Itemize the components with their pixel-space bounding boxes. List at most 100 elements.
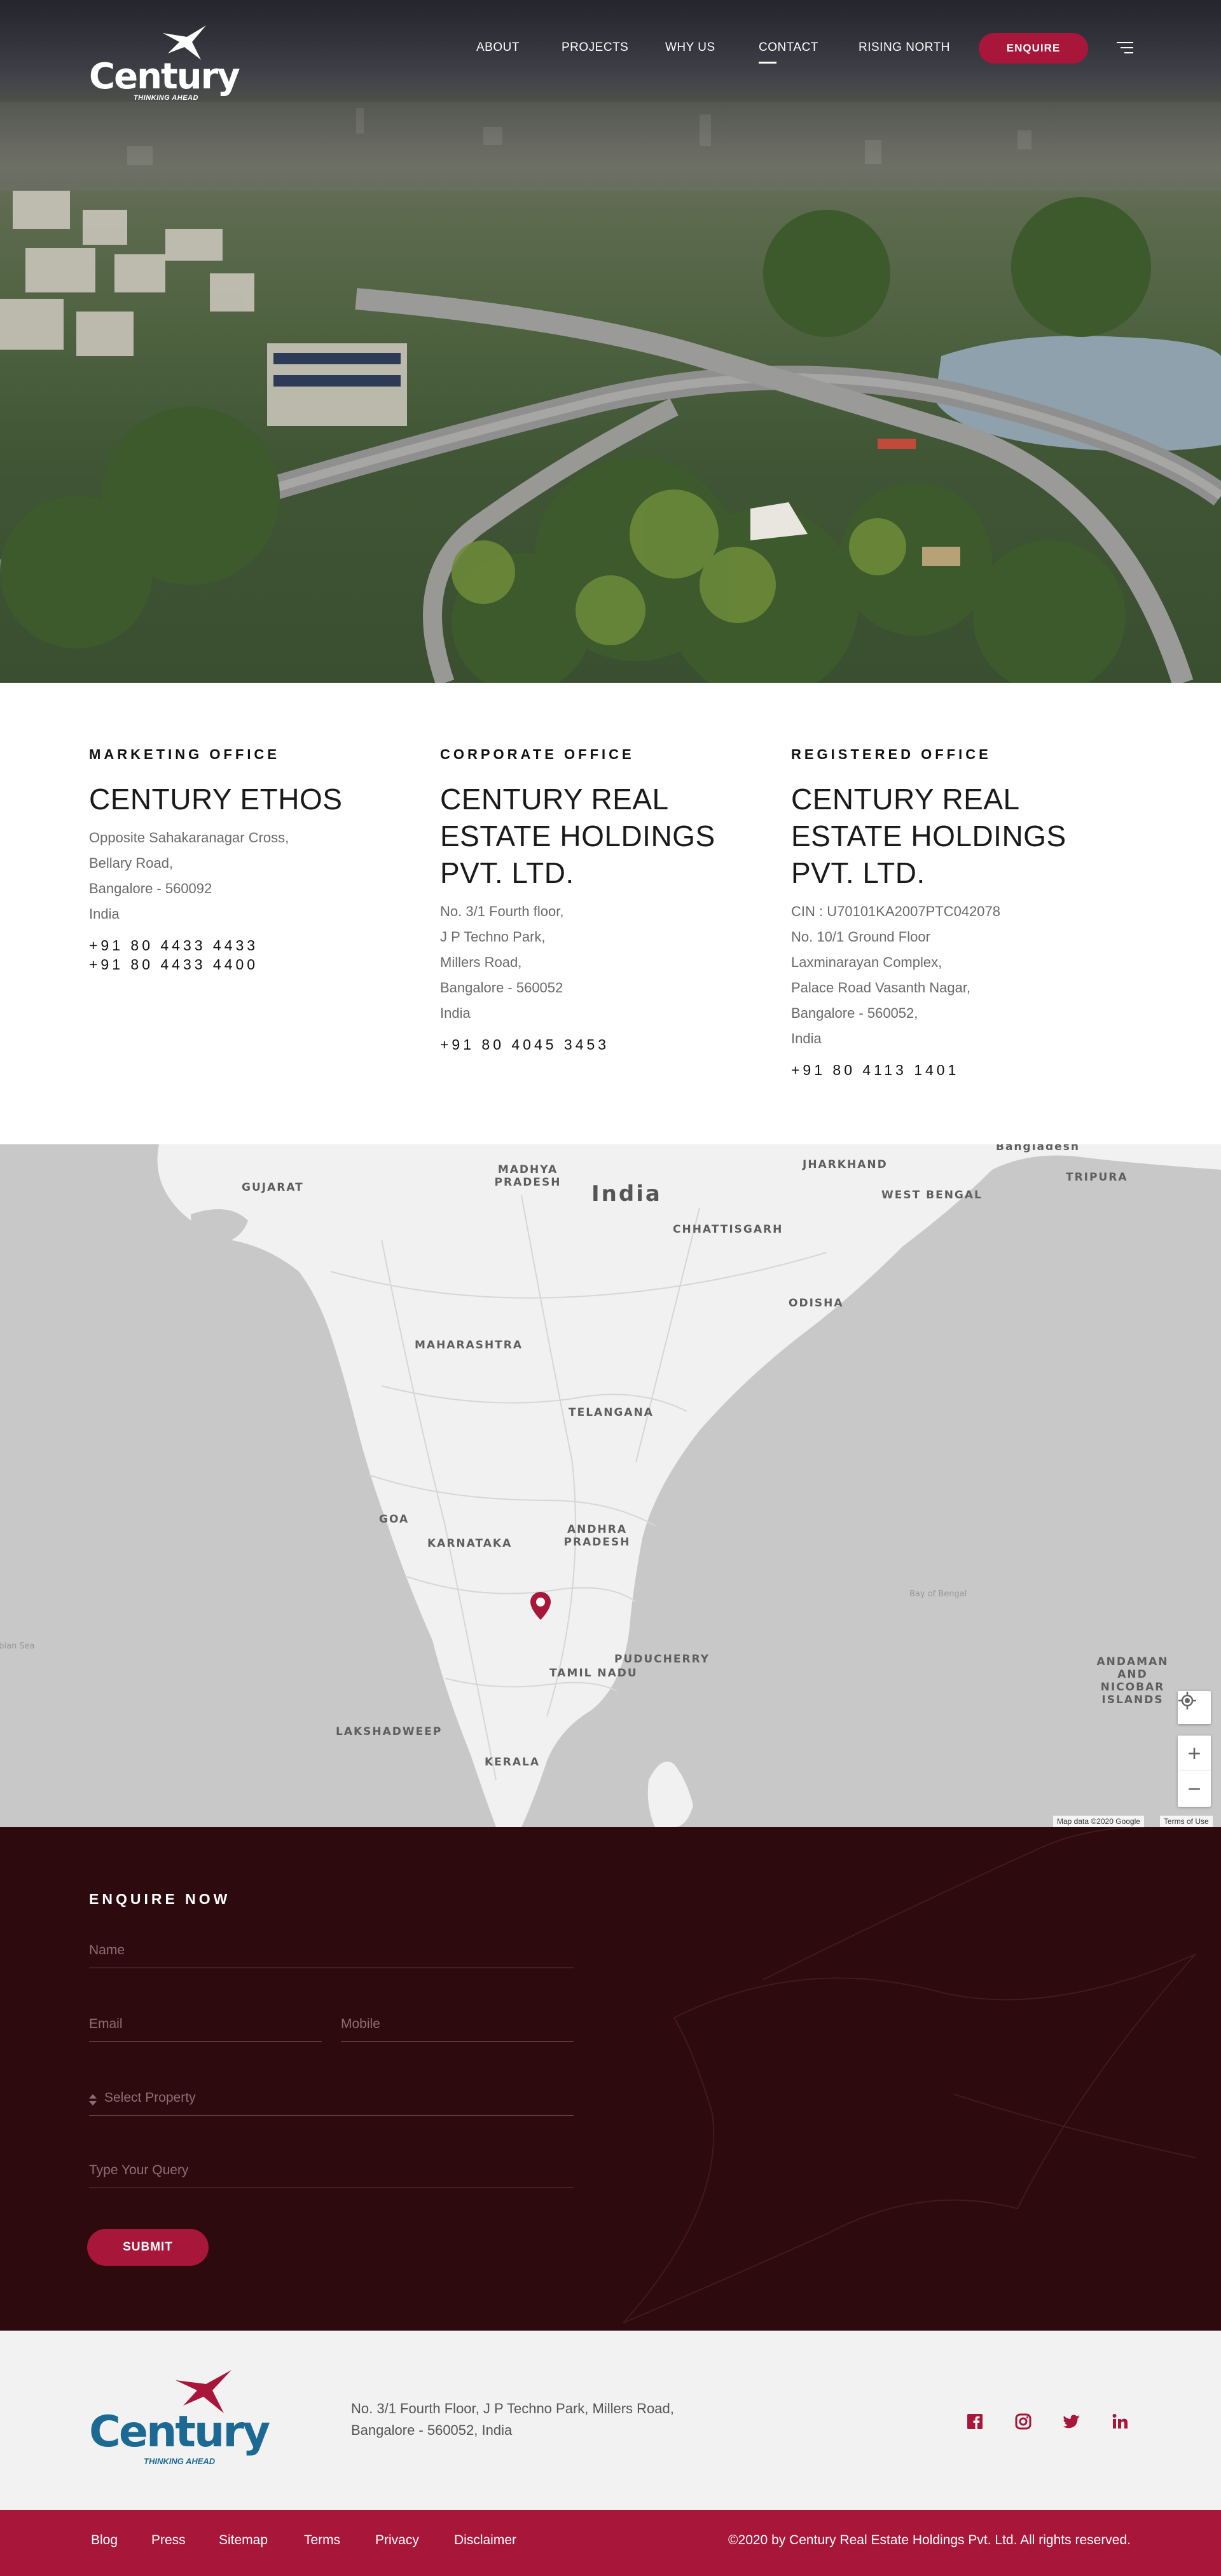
phone-number[interactable]: +91 80 4045 3453 (440, 1035, 771, 1054)
map-label-karnataka: KARNATAKA (427, 1537, 513, 1550)
registered-office: REGISTERED OFFICE CENTURY REAL ESTATE HO… (791, 746, 1122, 1079)
office-heading: REGISTERED OFFICE (791, 746, 991, 762)
enquire-button[interactable]: ENQUIRE (979, 33, 1088, 64)
map-label-andaman: ANDAMAN AND NICOBAR ISLANDS (1096, 1655, 1169, 1706)
map-label-bay-of-bengal: Bay of Bengal (909, 1589, 967, 1599)
offices-section: MARKETING OFFICE CENTURY ETHOS Opposite … (0, 683, 1221, 1144)
nav-rising-north[interactable]: RISING NORTH (859, 41, 950, 55)
map-label-maharashtra: MAHARASHTRA (415, 1339, 523, 1352)
footer-address-line: Bangalore - 560052, India (351, 2422, 513, 2438)
crosshair-icon (1178, 1692, 1196, 1709)
map-label-jharkhand: JHARKHAND (803, 1158, 888, 1171)
linkedin-icon[interactable] (1110, 2412, 1129, 2431)
map-label-telangana: TELANGANA (569, 1406, 654, 1419)
map-label-kerala: KERALA (485, 1756, 541, 1769)
address-line: Bellary Road, (89, 855, 174, 871)
google-map[interactable]: GUJARAT MADHYA PRADESH India JHARKHAND B… (0, 1144, 1221, 1827)
hamburger-menu-icon[interactable] (1117, 41, 1133, 55)
office-name: CENTURY REAL ESTATE HOLDINGS PVT. LTD. (440, 783, 715, 889)
map-label-odisha: ODISHA (789, 1297, 844, 1310)
name-placeholder: Name (89, 1943, 125, 1957)
map-label-west-bengal: WEST BENGAL (881, 1189, 983, 1202)
footer-logo[interactable]: Century THINKING AHEAD (89, 2369, 270, 2470)
property-placeholder: Select Property (104, 2090, 196, 2105)
address-line: No. 10/1 Ground Floor (791, 929, 930, 945)
address-line: Bangalore - 560092 (89, 880, 212, 896)
address-line: Bangalore - 560052, (791, 1005, 918, 1021)
map-label-goa: GOA (379, 1513, 410, 1526)
hero-banner: Century THINKING AHEAD ABOUT PROJECTS WH… (0, 0, 1221, 683)
footer-logo-wordmark: Century (89, 2407, 270, 2457)
instagram-icon[interactable] (1014, 2412, 1033, 2431)
address-line: CIN : U70101KA2007PTC042078 (791, 903, 1000, 919)
office-heading: CORPORATE OFFICE (440, 746, 635, 762)
address-line: Palace Road Vasanth Nagar, (791, 980, 971, 996)
footer-bottom-bar: Blog Press Sitemap Terms Privacy Disclai… (0, 2510, 1221, 2576)
map-label-puducherry: PUDUCHERRY (614, 1653, 710, 1666)
footer-link-sitemap[interactable]: Sitemap (219, 2533, 268, 2548)
office-heading: MARKETING OFFICE (89, 746, 280, 762)
address-line: India (440, 1005, 471, 1021)
copyright-text: ©2020 by Century Real Estate Holdings Pv… (728, 2533, 1131, 2547)
mobile-field[interactable]: Mobile (341, 2011, 574, 2042)
footer-link-blog[interactable]: Blog (91, 2533, 118, 2548)
map-label-tripura: TRIPURA (1066, 1171, 1128, 1184)
nav-why-us[interactable]: WHY US (665, 41, 715, 55)
email-placeholder: Email (89, 2017, 123, 2031)
office-name: CENTURY REAL ESTATE HOLDINGS PVT. LTD. (791, 783, 1066, 889)
map-terms-link[interactable]: Terms of Use (1160, 1816, 1213, 1827)
india-map-land (157, 1144, 1221, 1827)
query-field[interactable]: Type Your Query (89, 2158, 574, 2188)
address-line: India (791, 1031, 822, 1046)
twitter-icon[interactable] (1062, 2412, 1081, 2431)
map-label-tamil-nadu: TAMIL NADU (549, 1667, 638, 1680)
phone-number[interactable]: +91 80 4433 4400 (89, 955, 420, 974)
name-field[interactable]: Name (89, 1938, 574, 1968)
my-location-button[interactable] (1178, 1691, 1211, 1724)
map-label-chhattisgarh: CHHATTISGARH (673, 1223, 783, 1236)
email-field[interactable]: Email (89, 2011, 322, 2042)
mobile-placeholder: Mobile (341, 2017, 380, 2031)
corporate-office: CORPORATE OFFICE CENTURY REAL ESTATE HOL… (440, 746, 771, 1054)
location-pin-icon[interactable] (530, 1592, 551, 1620)
footer-address: No. 3/1 Fourth Floor, J P Techno Park, M… (351, 2398, 674, 2441)
nav-projects[interactable]: PROJECTS (562, 41, 628, 55)
address-line: No. 3/1 Fourth floor, (440, 903, 564, 919)
submit-button[interactable]: SUBMIT (87, 2229, 209, 2266)
map-label-lakshadweep: LAKSHADWEEP (336, 1725, 443, 1738)
map-label-gujarat: GUJARAT (242, 1181, 304, 1194)
map-label-india: India (591, 1181, 662, 1207)
enquire-section: ENQUIRE NOW Name Email Mobile Select Pro… (0, 1827, 1221, 2331)
footer-address-line: No. 3/1 Fourth Floor, J P Techno Park, M… (351, 2401, 674, 2416)
address-line: Bangalore - 560052 (440, 980, 563, 996)
footer-link-terms[interactable]: Terms (304, 2533, 340, 2548)
nav-contact[interactable]: CONTACT (759, 41, 818, 64)
property-select[interactable]: Select Property (89, 2085, 574, 2116)
phone-number[interactable]: +91 80 4433 4433 (89, 936, 420, 955)
zoom-in-button[interactable]: + (1178, 1736, 1211, 1771)
footer: Century THINKING AHEAD No. 3/1 Fourth Fl… (0, 2331, 1221, 2510)
footer-link-disclaimer[interactable]: Disclaimer (454, 2533, 516, 2548)
facebook-icon[interactable] (965, 2412, 984, 2431)
office-name: CENTURY ETHOS (89, 783, 343, 816)
map-label-arabian-sea: Arabian Sea (0, 1641, 35, 1651)
footer-link-press[interactable]: Press (151, 2533, 186, 2548)
select-arrows-icon (89, 2094, 97, 2106)
footer-logo-tagline: THINKING AHEAD (144, 2456, 216, 2466)
address-line: J P Techno Park, (440, 929, 546, 945)
phone-number[interactable]: +91 80 4113 1401 (791, 1060, 1122, 1079)
address-line: Opposite Sahakaranagar Cross, (89, 830, 289, 846)
footer-link-privacy[interactable]: Privacy (375, 2533, 419, 2548)
nav-about[interactable]: ABOUT (476, 41, 520, 55)
map-label-madhya-pradesh: MADHYA PRADESH (494, 1163, 562, 1189)
address-line: India (89, 906, 120, 922)
map-label-bangladesh: Bangladesh (996, 1144, 1080, 1153)
query-placeholder: Type Your Query (89, 2163, 189, 2177)
enquire-title: ENQUIRE NOW (89, 1891, 231, 1907)
address-line: Millers Road, (440, 954, 522, 970)
logo-tagline: THINKING AHEAD (134, 94, 198, 102)
zoom-out-button[interactable]: − (1178, 1771, 1211, 1807)
address-line: Laxminarayan Complex, (791, 954, 942, 970)
main-nav: ABOUT PROJECTS WHY US CONTACT RISING NOR… (0, 33, 1221, 64)
map-label-andhra-pradesh: ANDHRA PRADESH (563, 1523, 631, 1549)
